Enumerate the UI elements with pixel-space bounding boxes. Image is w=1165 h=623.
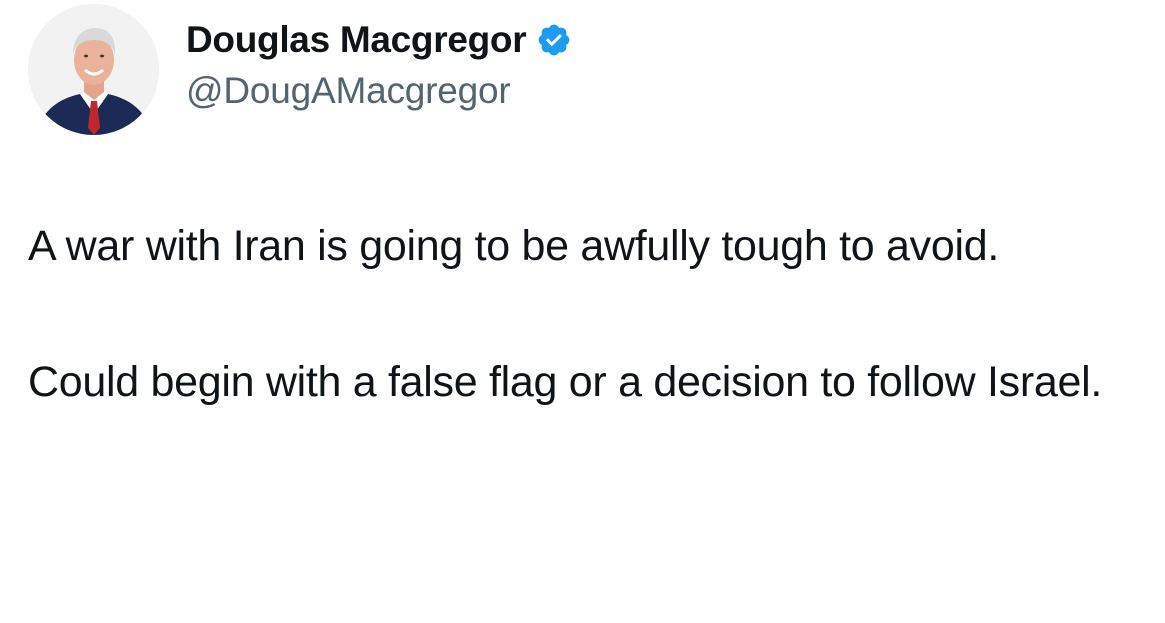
tweet-text: A war with Iran is going to be awfully t…	[28, 212, 1138, 416]
tweet-paragraph: A war with Iran is going to be awfully t…	[28, 222, 999, 270]
author-handle[interactable]: @DougAMacgregor	[186, 70, 511, 112]
verified-badge-icon[interactable]	[536, 22, 572, 58]
avatar-photo	[28, 4, 159, 135]
author-display-name[interactable]: Douglas Macgregor	[186, 19, 527, 61]
tweet-paragraph: Could begin with a false flag or a decis…	[28, 358, 1103, 406]
author-name-row: Douglas Macgregor	[186, 16, 572, 64]
author-avatar[interactable]	[28, 4, 159, 135]
tweet-card: Douglas Macgregor @DougAMacgregor A war …	[0, 0, 1165, 623]
